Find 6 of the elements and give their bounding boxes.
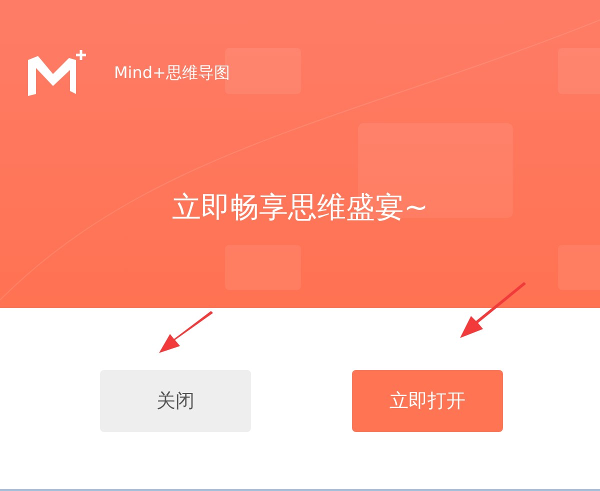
heading: 立即畅享思维盛宴~ [170, 189, 430, 226]
logo-icon [28, 50, 88, 96]
arrow [159, 311, 213, 353]
app-name: Mind+思维导图 [114, 62, 230, 84]
close-button[interactable]: 关闭 [100, 370, 251, 432]
arrow [460, 282, 526, 338]
